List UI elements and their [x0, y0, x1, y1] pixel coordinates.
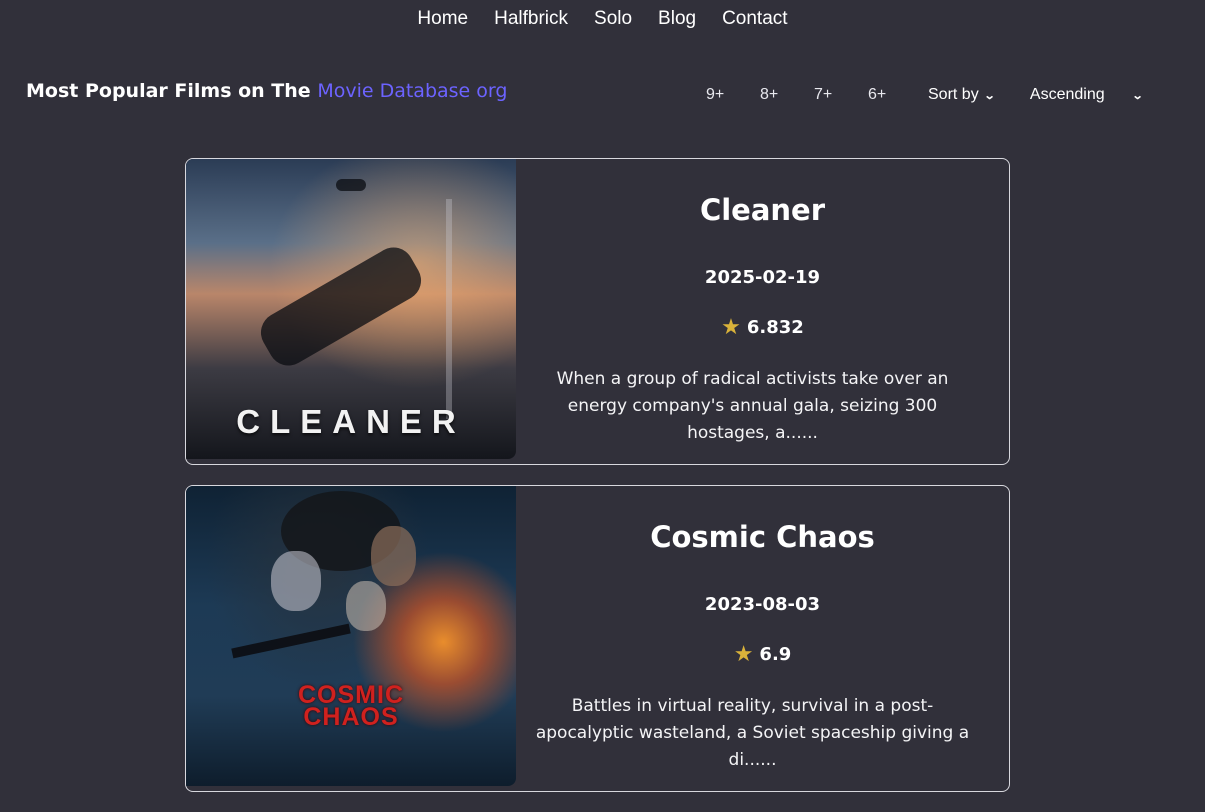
building-shape: [446, 199, 452, 419]
nav-solo-link[interactable]: Solo: [594, 8, 632, 30]
film-title: Cosmic Chaos: [650, 520, 875, 554]
order-dropdown[interactable]: Ascending ⌄: [1029, 86, 1144, 104]
poster-title: COSMIC CHAOS: [186, 683, 516, 731]
nav-blog-link[interactable]: Blog: [658, 8, 696, 30]
film-title: Cleaner: [699, 193, 826, 227]
top-nav: Home Halfbrick Solo Blog Contact: [0, 8, 1205, 30]
sort-by-dropdown[interactable]: Sort by ⌄: [928, 86, 996, 104]
filter-controls: 9+ 8+ 7+ 6+ Sort by ⌄ Ascending ⌄: [706, 86, 1144, 104]
figure-shape: [271, 551, 321, 611]
sort-by-label: Sort by: [928, 86, 979, 103]
film-card[interactable]: COSMIC CHAOS Cosmic Chaos 2023-08-03 ★ 6…: [185, 485, 1010, 792]
film-rating: ★ 6.9: [516, 642, 1009, 667]
chevron-down-icon: ⌄: [983, 89, 996, 102]
star-icon: ★: [733, 642, 754, 667]
chevron-down-icon: ⌄: [1131, 89, 1144, 102]
header-row: Most Popular Films on The Movie Database…: [26, 80, 1166, 110]
page-title: Most Popular Films on The Movie Database…: [26, 80, 507, 102]
nav-home-link[interactable]: Home: [417, 8, 468, 30]
page-title-accent: Movie Database org: [317, 80, 508, 102]
poster-title-line2: CHAOS: [303, 703, 399, 731]
film-overview: Battles in virtual reality, survival in …: [535, 696, 970, 770]
figure-shape: [371, 526, 416, 586]
poster-title: CLEANER: [236, 403, 466, 440]
film-poster: CLEANER: [186, 159, 516, 459]
film-rating-value: 6.9: [759, 644, 792, 665]
film-card[interactable]: CLEANER Cleaner 2025-02-19 ★ 6.832 When …: [185, 158, 1010, 465]
film-poster: COSMIC CHAOS: [186, 486, 516, 786]
nav-contact-link[interactable]: Contact: [722, 8, 787, 30]
film-rating: ★ 6.832: [516, 315, 1009, 340]
rating-filter-6[interactable]: 6+: [868, 86, 922, 104]
film-card-body: Cosmic Chaos 2023-08-03 ★ 6.9 Battles in…: [516, 486, 1009, 791]
order-label: Ascending: [1029, 86, 1105, 103]
rating-filter-8[interactable]: 8+: [760, 86, 814, 104]
page-title-prefix: Most Popular Films on The: [26, 80, 318, 102]
weapon-shape: [231, 623, 351, 659]
helicopter-shape: [336, 179, 366, 191]
film-card-body: Cleaner 2025-02-19 ★ 6.832 When a group …: [516, 159, 1009, 464]
figure-shape: [253, 240, 429, 373]
film-overview: When a group of radical activists take o…: [556, 369, 949, 443]
rating-filter-9[interactable]: 9+: [706, 86, 760, 104]
rating-filter-7[interactable]: 7+: [814, 86, 868, 104]
figure-shape: [346, 581, 386, 631]
star-icon: ★: [721, 315, 741, 340]
film-release-date: 2023-08-03: [704, 594, 821, 615]
nav-halfbrick-link[interactable]: Halfbrick: [494, 8, 568, 30]
film-rating-value: 6.832: [746, 317, 804, 338]
film-release-date: 2025-02-19: [704, 267, 821, 288]
